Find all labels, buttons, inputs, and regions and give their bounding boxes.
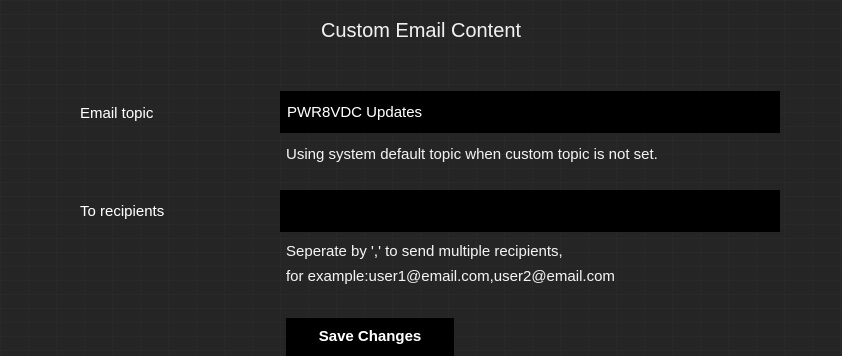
custom-email-panel: Custom Email Content Email topic Using s… [0, 0, 842, 356]
email-topic-label: Email topic [80, 105, 154, 122]
recipients-hint-line2: for example:user1@email.com,user2@email.… [286, 268, 615, 285]
email-topic-input[interactable] [280, 91, 780, 133]
save-changes-button[interactable]: Save Changes [286, 318, 454, 356]
page-title: Custom Email Content [320, 20, 522, 42]
recipients-label: To recipients [80, 203, 165, 220]
recipients-input[interactable] [280, 190, 780, 232]
email-topic-hint: Using system default topic when custom t… [286, 146, 658, 163]
recipients-hint-line1: Seperate by ',' to send multiple recipie… [286, 243, 563, 260]
